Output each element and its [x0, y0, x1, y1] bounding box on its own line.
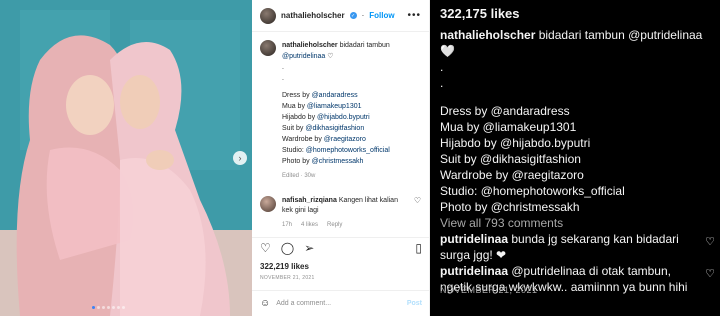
credit-handle[interactable]: @christmessakh [312, 158, 364, 165]
like-comment-heart-icon[interactable]: ♡ [705, 234, 715, 250]
share-icon[interactable]: ➢ [304, 241, 314, 255]
credit-line: Wardrobe by @raegitazoro [440, 168, 584, 182]
avatar[interactable] [260, 40, 276, 56]
action-bar: ♡ ◯ ➢ ▯ [252, 237, 430, 255]
comment-username[interactable]: nafisah_rizqiana [282, 197, 337, 204]
credit-line: Photo by @christmessakh [282, 156, 390, 167]
caption-body: bidadari tambun @putridelinaa [538, 28, 703, 42]
carousel-dot [122, 306, 125, 309]
caption-dot: . [440, 76, 444, 90]
credit-line: Suit by @dikhasigitfashion [282, 123, 390, 134]
comment-username[interactable]: putridelinaa [440, 232, 508, 246]
credit-line: Studio: @homephotoworks_official [440, 184, 625, 198]
chevron-right-icon: › [238, 153, 242, 163]
edited-label: Edited · 30w [282, 173, 316, 179]
verified-badge-icon: ✓ [349, 12, 357, 19]
post-date: NOVEMBER 21, 2021 [260, 275, 315, 281]
credit-line: Dress by @andaradress [440, 104, 570, 118]
heart-emoji: ♡ [327, 53, 334, 60]
post-header: nathalieholscher ✓ · Follow ••• [252, 0, 429, 32]
dark-post-details: 322,175 likes nathalieholscher bidadari … [430, 0, 720, 316]
next-slide-button[interactable]: › [233, 151, 247, 165]
caption: nathalieholscher bidadari tambun @putrid… [252, 32, 429, 182]
comment-time: 17h [282, 222, 293, 228]
credit-label: Dress by [282, 92, 310, 99]
credit-handle[interactable]: @homephotoworks_official [306, 147, 390, 154]
caption-dot: . [440, 60, 444, 74]
credit-label: Studio: [282, 147, 304, 154]
view-all-comments-link[interactable]: View all 793 comments [440, 215, 715, 231]
dark-caption: nathalieholscher bidadari tambun @putrid… [440, 27, 715, 295]
carousel-dot [107, 306, 110, 309]
credit-label: Wardrobe by [282, 136, 322, 143]
like-comment-heart-icon[interactable]: ♡ [705, 266, 715, 282]
post-comment-button[interactable]: Post [407, 300, 422, 307]
caption-body: bidadari tambun [339, 42, 390, 49]
credit-line: Hijabdo by @hijabdo.byputri [282, 112, 390, 123]
bookmark-icon[interactable]: ▯ [415, 241, 422, 255]
credit-line: Wardrobe by @raegitazoro [282, 134, 390, 145]
credit-handle[interactable]: @liamakeup1301 [307, 103, 362, 110]
caption-text: nathalieholscher bidadari tambun @putrid… [282, 40, 390, 182]
likes-count-large[interactable]: 322,175 likes [440, 6, 520, 21]
credit-line: Mua by @liamakeup1301 [282, 101, 390, 112]
credit-label: Suit by [282, 125, 304, 132]
credit-line: Hijabdo by @hijabdo.byputri [440, 136, 591, 150]
avatar[interactable] [260, 196, 276, 212]
credit-line: Dress by @andaradress [282, 90, 390, 101]
comment-username[interactable]: putridelinaa [440, 264, 508, 278]
credit-line: Suit by @dikhasigitfashion [440, 152, 581, 166]
heart-icon[interactable]: ♡ [260, 241, 271, 255]
caption-username[interactable]: nathalieholscher [440, 28, 535, 42]
caption-dot: . [282, 64, 284, 71]
author-username[interactable]: nathalieholscher [281, 11, 345, 20]
caption-dot: . [282, 75, 284, 82]
comment: putridelinaa bunda jg sekarang kan bidad… [440, 231, 715, 263]
comment-likes[interactable]: 4 likes [301, 222, 318, 228]
carousel-dot [92, 306, 95, 309]
comment-icon[interactable]: ◯ [281, 241, 294, 255]
credit-label: Photo by [282, 158, 310, 165]
reply-button[interactable]: Reply [327, 222, 342, 228]
caption-username[interactable]: nathalieholscher [282, 42, 338, 49]
credit-handle[interactable]: @raegitazoro [324, 136, 366, 143]
comment-input[interactable]: Add a comment... [276, 300, 331, 307]
like-comment-heart-icon[interactable]: ♡ [414, 196, 421, 228]
comment: nafisah_rizqiana Kangen lihat kalian kek… [252, 182, 429, 228]
credit-handle[interactable]: @hijabdo.byputri [317, 114, 370, 121]
carousel-dot [117, 306, 120, 309]
more-options-icon[interactable]: ••• [407, 10, 421, 21]
credit-line: Photo by @christmessakh [440, 200, 580, 214]
post-date-large: NOVEMBER 21, 2021 [440, 285, 538, 295]
separator: · [361, 11, 365, 20]
emoji-icon[interactable]: ☺ [260, 298, 270, 309]
credit-line: Mua by @liamakeup1301 [440, 120, 577, 134]
carousel-dot [97, 306, 100, 309]
carousel-dot [112, 306, 115, 309]
credit-handle[interactable]: @dikhasigitfashion [305, 125, 364, 132]
credit-handle[interactable]: @andaradress [312, 92, 358, 99]
post-panel: nathalieholscher ✓ · Follow ••• nathalie… [252, 0, 430, 316]
photo-illustration [0, 0, 252, 316]
credit-label: Hijabdo by [282, 114, 316, 121]
credit-line: Studio: @homephotoworks_official [282, 145, 390, 156]
heart-emoji: 🤍 [440, 44, 455, 58]
caption-mention[interactable]: @putridelinaa [282, 53, 325, 60]
post-photo[interactable]: › [0, 0, 252, 316]
avatar[interactable] [260, 7, 276, 24]
add-comment-bar: ☺ Add a comment... Post [252, 290, 430, 316]
carousel-dots [92, 306, 125, 309]
likes-count[interactable]: 322,219 likes [260, 262, 309, 271]
carousel-dot [102, 306, 105, 309]
credit-label: Mua by [282, 103, 305, 110]
follow-button[interactable]: Follow [369, 11, 394, 20]
